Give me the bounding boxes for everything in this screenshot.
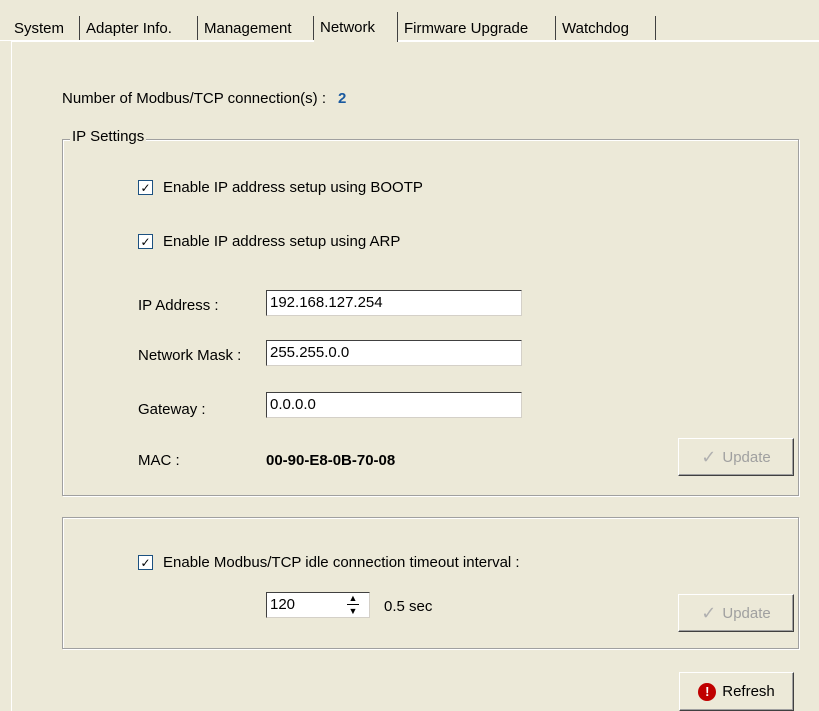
connection-count-value: 2 — [338, 90, 347, 107]
arp-checkbox[interactable]: ✓ — [138, 234, 153, 249]
network-settings-window: System Adapter Info. Management Network … — [0, 0, 819, 711]
mac-label: MAC : — [138, 452, 180, 469]
tab-watchdog[interactable]: Watchdog — [556, 16, 656, 41]
check-icon: ✓ — [701, 446, 717, 467]
mac-value: 00-90-E8-0B-70-08 — [266, 452, 396, 469]
timeout-unit: 0.5 sec — [384, 598, 433, 615]
up-down-arrows-icon[interactable]: ▲ ▼ — [340, 594, 366, 616]
timeout-update-label: Update — [722, 604, 771, 622]
timeout-checkbox[interactable]: ✓ — [138, 555, 153, 570]
refresh-button[interactable]: ! Refresh — [679, 672, 794, 711]
arp-checkbox-row[interactable]: ✓ Enable IP address setup using ARP — [138, 233, 400, 250]
tab-firmware-upgrade[interactable]: Firmware Upgrade — [398, 16, 556, 41]
network-mask-label: Network Mask : — [138, 347, 242, 364]
spin-up-icon[interactable]: ▲ — [349, 594, 358, 603]
spin-down-icon[interactable]: ▼ — [349, 607, 358, 616]
bootp-checkbox[interactable]: ✓ — [138, 180, 153, 195]
tab-label: System — [14, 20, 65, 37]
tab-label: Adapter Info. — [86, 20, 172, 37]
timeout-update-button[interactable]: ✓ Update — [678, 594, 794, 632]
refresh-icon: ! — [698, 682, 717, 701]
tab-system[interactable]: System — [8, 16, 80, 41]
tab-strip: System Adapter Info. Management Network … — [0, 0, 819, 42]
tab-management[interactable]: Management — [198, 16, 314, 41]
ip-settings-title: IP Settings — [70, 128, 147, 145]
tab-label: Firmware Upgrade — [404, 20, 529, 37]
tab-label: Watchdog — [562, 20, 629, 37]
arp-label: Enable IP address setup using ARP — [163, 233, 401, 250]
ip-update-button[interactable]: ✓ Update — [678, 438, 794, 476]
tab-label: Management — [204, 20, 292, 37]
timeout-label: Enable Modbus/TCP idle connection timeou… — [163, 554, 520, 571]
tab-label: Network — [320, 18, 376, 36]
timeout-spinner[interactable]: 120 ▲ ▼ — [266, 592, 370, 618]
timeout-checkbox-row[interactable]: ✓ Enable Modbus/TCP idle connection time… — [138, 554, 520, 571]
bootp-checkbox-row[interactable]: ✓ Enable IP address setup using BOOTP — [138, 179, 423, 196]
gateway-label: Gateway : — [138, 401, 206, 418]
connection-count-label: Number of Modbus/TCP connection(s) : — [62, 90, 327, 107]
ip-update-label: Update — [722, 448, 771, 466]
tab-adapter-info[interactable]: Adapter Info. — [80, 16, 198, 41]
gateway-field[interactable]: 0.0.0.0 — [266, 392, 522, 418]
check-icon: ✓ — [701, 602, 717, 623]
refresh-label: Refresh — [722, 683, 775, 700]
network-mask-field[interactable]: 255.255.0.0 — [266, 340, 522, 366]
tab-network[interactable]: Network — [314, 12, 398, 42]
connection-count-row: Number of Modbus/TCP connection(s) : 2 — [62, 90, 346, 107]
bootp-label: Enable IP address setup using BOOTP — [163, 179, 423, 196]
ip-address-field[interactable]: 192.168.127.254 — [266, 290, 522, 316]
ip-address-label: IP Address : — [138, 297, 219, 314]
